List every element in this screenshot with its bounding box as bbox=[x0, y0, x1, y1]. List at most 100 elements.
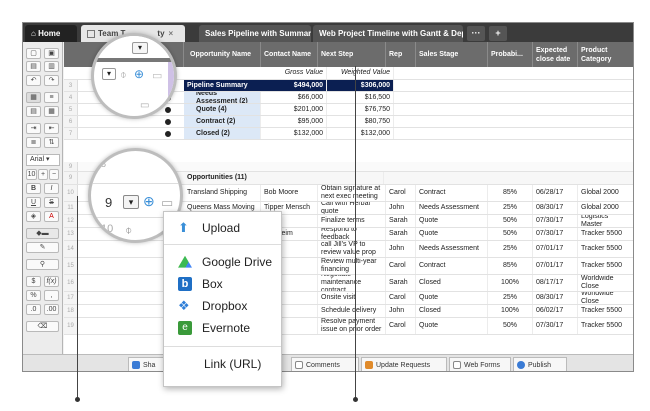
cell-rep[interactable]: Sarah bbox=[386, 215, 416, 227]
menu-box[interactable]: b Box bbox=[164, 274, 283, 294]
menu-link-url[interactable]: Link (URL) bbox=[164, 354, 283, 374]
cell-cat[interactable]: Worldwide Close bbox=[578, 275, 633, 291]
sort-icon[interactable]: ⇅ bbox=[44, 137, 59, 148]
undo-icon[interactable]: ↶ bbox=[26, 75, 41, 86]
summary-row[interactable]: 7 Closed (2) $132,000 $132,000 bbox=[64, 128, 633, 140]
cell-prob[interactable]: 85% bbox=[488, 258, 533, 274]
font-size-decrease-button[interactable]: − bbox=[49, 169, 59, 180]
save-icon[interactable]: ▣ bbox=[44, 48, 59, 59]
cell-date[interactable]: 06/28/17 bbox=[533, 185, 578, 201]
cell-next[interactable]: Call with Herbal quote bbox=[318, 202, 386, 214]
cell-date[interactable]: 08/30/17 bbox=[533, 292, 578, 304]
cell-stage[interactable]: Closed bbox=[416, 275, 488, 291]
update-requests-tab[interactable]: Update Requests bbox=[361, 357, 447, 371]
attach-add-icon-large[interactable]: ⊕ bbox=[143, 193, 155, 210]
publish-tab[interactable]: Publish bbox=[513, 357, 567, 371]
font-size-select[interactable]: 10 bbox=[26, 169, 37, 180]
table-row[interactable]: 17aanoOnsite visitCarolQuote25%08/30/17W… bbox=[64, 292, 633, 305]
font-size-increase-button[interactable]: + bbox=[38, 169, 48, 180]
menu-google-drive[interactable]: Google Drive bbox=[164, 252, 283, 272]
tab-home[interactable]: ⌂ Home bbox=[25, 25, 77, 42]
col-next-step[interactable]: Next Step bbox=[318, 42, 386, 67]
cell-cat[interactable]: Tracker 5500 bbox=[578, 258, 633, 274]
gantt-view-icon[interactable]: ≡ bbox=[44, 92, 59, 103]
table-row[interactable]: 14ocall Jill's VP to review value propJo… bbox=[64, 241, 633, 258]
underline-button[interactable]: U bbox=[26, 197, 41, 208]
cell-prob[interactable]: 50% bbox=[488, 228, 533, 240]
col-expected-close[interactable]: Expected close date bbox=[533, 42, 578, 67]
percent-button[interactable]: % bbox=[26, 290, 41, 301]
paperclip-icon[interactable]: ⌽ bbox=[125, 223, 132, 238]
row-menu-icon[interactable]: ▾ bbox=[102, 68, 116, 80]
cell-rep[interactable]: Carol bbox=[386, 318, 416, 334]
clear-format-icon[interactable]: ⌫ bbox=[26, 321, 59, 332]
fill-color-icon[interactable]: ◈ bbox=[26, 211, 41, 222]
cell-contact[interactable]: Bob Moore bbox=[261, 185, 318, 201]
comment-icon-large[interactable]: ▭ bbox=[161, 195, 173, 211]
cell-prob[interactable]: 25% bbox=[488, 202, 533, 214]
cell-cat[interactable]: Global 2000 bbox=[578, 202, 633, 214]
cell-date[interactable]: 08/17/17 bbox=[533, 275, 578, 291]
cell-next[interactable]: Resolve payment issue on prior order bbox=[318, 318, 386, 334]
strikethrough-button[interactable]: S bbox=[44, 197, 59, 208]
new-icon[interactable]: ▢ bbox=[26, 48, 41, 59]
cell-cat[interactable]: Tracker 5500 bbox=[578, 318, 633, 334]
cell-cat[interactable]: Tracker 5500 bbox=[578, 305, 633, 317]
cell-date[interactable]: 07/01/17 bbox=[533, 241, 578, 257]
cell-prob[interactable]: 100% bbox=[488, 305, 533, 317]
filter-icon[interactable]: ≣ bbox=[26, 137, 41, 148]
tab-sales-pipeline[interactable]: Sales Pipeline with Summary bbox=[199, 25, 311, 42]
comment-icon[interactable]: ▭ bbox=[152, 69, 162, 82]
table-row[interactable]: 15pperReview multi-year financingCarolCo… bbox=[64, 258, 633, 275]
cell-cat[interactable]: Tracker 5500 bbox=[578, 228, 633, 240]
cell-date[interactable]: 07/01/17 bbox=[533, 258, 578, 274]
cell-next[interactable]: Respond to feedback bbox=[318, 228, 386, 240]
menu-dropbox[interactable]: ❖ Dropbox bbox=[164, 296, 283, 316]
conditional-format-icon[interactable]: ◆▬ bbox=[26, 228, 59, 239]
cell-stage[interactable]: Quote bbox=[416, 318, 488, 334]
cell-date[interactable]: 08/30/17 bbox=[533, 202, 578, 214]
cell-date[interactable]: 07/30/17 bbox=[533, 318, 578, 334]
cell-rep[interactable]: Sarah bbox=[386, 228, 416, 240]
col-probability[interactable]: Probabi... bbox=[488, 42, 533, 67]
decimal-decrease-icon[interactable]: .00 bbox=[44, 304, 59, 315]
outdent-icon[interactable]: ⇤ bbox=[44, 123, 59, 134]
formula-button[interactable]: f(x) bbox=[44, 276, 59, 287]
cell-rep[interactable]: John bbox=[386, 241, 416, 257]
col-sales-stage[interactable]: Sales Stage bbox=[416, 42, 488, 67]
cell-stage[interactable]: Quote bbox=[416, 228, 488, 240]
print-preview-icon[interactable]: ▥ bbox=[44, 61, 59, 72]
col-opportunity-name[interactable]: Opportunity Name bbox=[184, 42, 261, 67]
summary-row[interactable]: 6 Contract (2) $95,000 $80,750 bbox=[64, 116, 633, 128]
cell-date[interactable]: 07/30/17 bbox=[533, 228, 578, 240]
cell-rep[interactable]: John bbox=[386, 202, 416, 214]
row-dropdown-icon[interactable]: ▾ bbox=[123, 195, 139, 209]
attach-add-icon[interactable]: ⊕ bbox=[134, 67, 144, 81]
cell-next[interactable]: Obtain signature at next exec meeting bbox=[318, 185, 386, 201]
table-row[interactable]: 16rsoNegotiate maintenance contractSarah… bbox=[64, 275, 633, 292]
cell-next[interactable]: call Jill's VP to review value prop bbox=[318, 241, 386, 257]
currency-button[interactable]: $ bbox=[26, 276, 41, 287]
grid-view-icon[interactable]: ▦ bbox=[26, 92, 41, 103]
cell-stage[interactable]: Quote bbox=[416, 292, 488, 304]
cell-prob[interactable]: 25% bbox=[488, 241, 533, 257]
cell-rep[interactable]: Carol bbox=[386, 292, 416, 304]
comments-tab[interactable]: Comments bbox=[291, 357, 359, 371]
menu-evernote[interactable]: e Evernote bbox=[164, 318, 283, 338]
highlight-icon[interactable]: ✎ bbox=[26, 242, 59, 253]
table-row[interactable]: 18pperSchedule deliveryJohnClosed100%06/… bbox=[64, 305, 633, 318]
cell-stage[interactable]: Quote bbox=[416, 215, 488, 227]
decimal-increase-icon[interactable]: .0 bbox=[26, 304, 41, 315]
cell-next[interactable]: Schedule delivery bbox=[318, 305, 386, 317]
add-tab-button[interactable]: + bbox=[489, 26, 507, 41]
cell-next[interactable]: Review multi-year financing bbox=[318, 258, 386, 274]
col-rep[interactable]: Rep bbox=[386, 42, 416, 67]
cell-rep[interactable]: Carol bbox=[386, 258, 416, 274]
cell-prob[interactable]: 100% bbox=[488, 275, 533, 291]
cell-rep[interactable]: John bbox=[386, 305, 416, 317]
attachment-icon[interactable]: ⌽ bbox=[120, 69, 127, 82]
calendar-view-icon[interactable]: ▦ bbox=[44, 106, 59, 117]
italic-button[interactable]: I bbox=[44, 183, 59, 194]
cell-cat[interactable]: Global 2000 bbox=[578, 185, 633, 201]
cell-prob[interactable]: 50% bbox=[488, 318, 533, 334]
